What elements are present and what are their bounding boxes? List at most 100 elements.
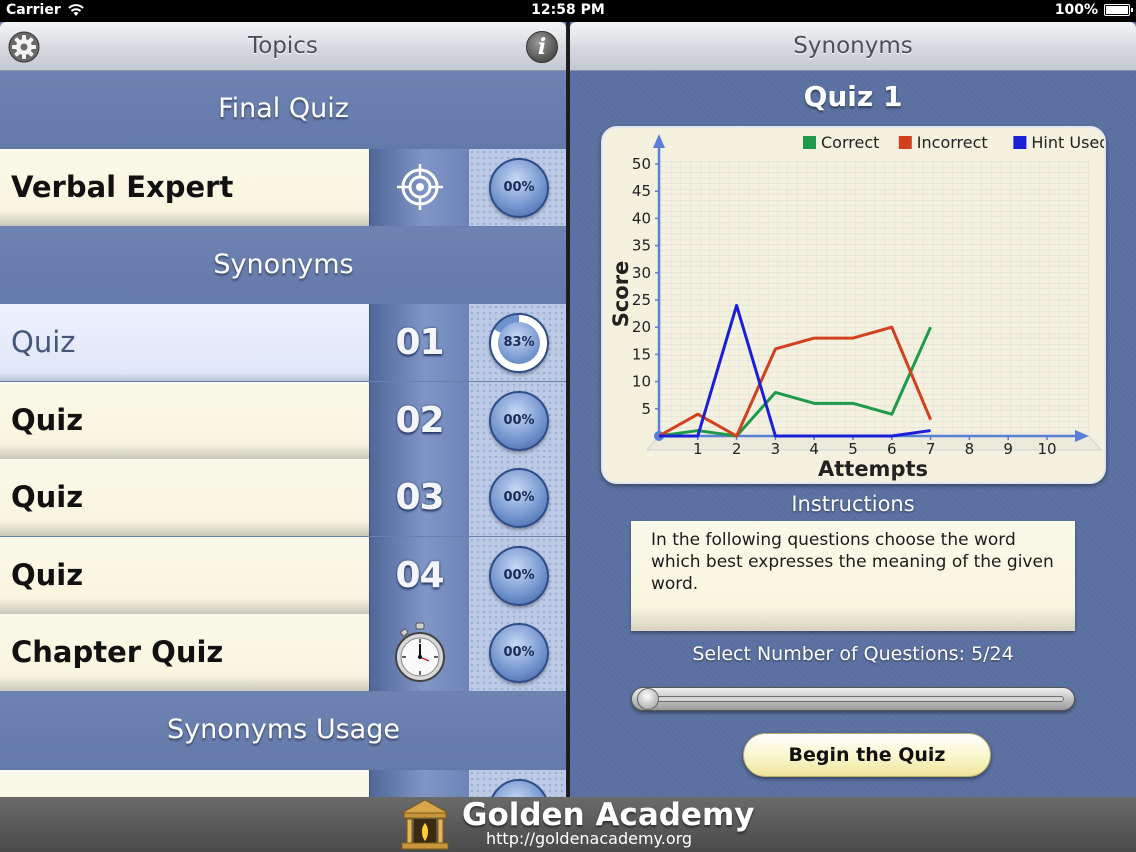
score-chart: 5 10 15 20 25 30 35 40 45 50 1 2 3 4 5 6 7 8 9 10 Correct In…: [601, 126, 1106, 484]
x-tick-label: 10: [1037, 440, 1056, 458]
row-icon-cell: [369, 149, 469, 226]
footer-brand: Golden Academy: [462, 797, 755, 833]
legend-swatch: [803, 136, 816, 149]
detail-title: Synonyms: [793, 33, 913, 59]
y-tick-label: 50: [632, 155, 651, 173]
battery-group: 100%: [1054, 2, 1133, 18]
legend-label: Incorrect: [917, 133, 988, 152]
question-count-slider[interactable]: [631, 687, 1075, 711]
x-tick-label: 9: [1003, 440, 1013, 458]
section-title: Synonyms: [213, 249, 354, 280]
detail-pane: Synonyms Quiz 1 5 10 15 20 25 30 35 40 45 50 1 2 3 4 5…: [570, 22, 1136, 797]
topic-row-partial[interactable]: [0, 770, 566, 797]
row-label-cell: Quiz: [0, 459, 369, 536]
row-label: Quiz: [11, 403, 84, 437]
progress-badge: 00%: [489, 468, 549, 528]
row-number-cell: 04: [369, 537, 469, 614]
x-tick-label: 5: [848, 440, 858, 458]
plot-grid: [659, 158, 1089, 436]
stopwatch-icon: [395, 622, 445, 682]
y-tick-label: 15: [632, 345, 651, 363]
instructions-title: Instructions: [791, 492, 915, 516]
topic-row-chapter-quiz[interactable]: Chapter Quiz 00%: [0, 614, 566, 691]
info-icon[interactable]: i: [526, 31, 558, 63]
slider-thumb[interactable]: [636, 688, 659, 710]
y-tick-label: 35: [632, 237, 651, 255]
question-count-label: Select Number of Questions: 5/24: [692, 643, 1014, 665]
footer-banner[interactable]: Golden Academy http://goldenacademy.org: [0, 797, 1136, 852]
y-tick-label: 45: [632, 182, 651, 200]
y-tick-label: 20: [632, 318, 651, 336]
x-tick-label: 1: [693, 440, 703, 458]
progress-badge: 83%: [489, 313, 549, 373]
x-tick-label: 4: [809, 440, 819, 458]
y-tick-label: 30: [632, 264, 651, 282]
x-tick-label: 7: [926, 440, 936, 458]
topic-row-quiz-03[interactable]: Quiz 03 00%: [0, 459, 566, 536]
row-label-cell: Chapter Quiz: [0, 614, 369, 691]
slider-track[interactable]: [642, 696, 1064, 702]
begin-quiz-button[interactable]: Begin the Quiz: [743, 733, 991, 777]
row-progress-cell: 00%: [469, 149, 566, 226]
progress-percent: 00%: [503, 413, 535, 428]
detail-navbar: Synonyms: [570, 22, 1136, 71]
legend-label: Hint Used: [1031, 133, 1106, 152]
row-label-cell: Quiz: [0, 304, 369, 381]
row-label-cell: Verbal Expert: [0, 149, 369, 226]
row-number-cell: 02: [369, 382, 469, 459]
quiz-number: 04: [395, 555, 444, 596]
quiz-title: Quiz 1: [803, 80, 903, 113]
section-header-final-quiz: Final Quiz: [0, 71, 566, 149]
row-icon-cell: [369, 614, 469, 691]
row-label: Chapter Quiz: [11, 635, 224, 669]
footer-url: http://goldenacademy.org: [486, 829, 693, 848]
topics-title: Topics: [248, 33, 318, 59]
y-axis-arrow: [653, 134, 665, 148]
progress-percent: 00%: [503, 645, 535, 660]
section-header-synonyms-usage: Synonyms Usage: [0, 692, 566, 770]
row-number-cell: 03: [369, 459, 469, 536]
y-tick-label: 40: [632, 209, 651, 227]
y-tick-label: 5: [641, 400, 651, 418]
row-progress-cell: 83%: [469, 304, 566, 381]
topic-row-quiz-04[interactable]: Quiz 04 00%: [0, 537, 566, 614]
progress-badge: [489, 779, 549, 797]
status-bar: Carrier 12:58 PM 100%: [0, 0, 1136, 22]
topic-row-verbal-expert[interactable]: Verbal Expert 00%: [0, 149, 566, 226]
clock: 12:58 PM: [531, 2, 605, 18]
topics-navbar: Topics i: [0, 22, 566, 71]
y-tick-label: 25: [632, 291, 651, 309]
y-tick-label: 10: [632, 373, 651, 391]
score-chart-svg: 51015202530354045501 2 3 4 5 6 7 8 9 10 Correct In…: [609, 133, 1106, 481]
progress-badge: 00%: [489, 623, 549, 683]
section-header-synonyms: Synonyms: [0, 227, 566, 305]
row-label: Verbal Expert: [11, 170, 234, 204]
progress-percent: 00%: [503, 180, 535, 195]
quiz-number: 01: [395, 322, 444, 363]
legend-swatch: [898, 136, 912, 149]
progress-badge: 00%: [489, 391, 549, 451]
battery-percent: 100%: [1054, 2, 1098, 18]
row-label-cell: [0, 770, 369, 797]
academy-logo-icon: [400, 799, 450, 850]
progress-percent: 00%: [503, 490, 535, 505]
x-tick-label: 6: [887, 440, 897, 458]
row-label-cell: Quiz: [0, 382, 369, 459]
topic-row-quiz-02[interactable]: Quiz 02 00%: [0, 382, 566, 459]
topic-row-quiz-01[interactable]: Quiz 01 83%: [0, 304, 566, 381]
x-axis-label: Attempts: [818, 457, 928, 481]
app-root: Carrier 12:58 PM 100% Topics i Final Qui…: [0, 0, 1136, 852]
section-title: Synonyms Usage: [167, 714, 400, 745]
legend-swatch: [1013, 136, 1027, 149]
progress-badge: 00%: [489, 546, 549, 606]
quiz-number: 02: [395, 400, 444, 441]
row-progress-cell: [469, 770, 566, 797]
row-label: Quiz: [11, 558, 84, 592]
x-tick-label: 2: [732, 440, 742, 458]
row-number-cell: 01: [369, 304, 469, 381]
progress-badge: 00%: [489, 158, 549, 218]
target-icon: [397, 164, 443, 210]
row-label: Quiz: [11, 480, 84, 514]
x-tick-label: 8: [965, 440, 975, 458]
instructions-box: In the following questions choose the wo…: [631, 521, 1075, 631]
